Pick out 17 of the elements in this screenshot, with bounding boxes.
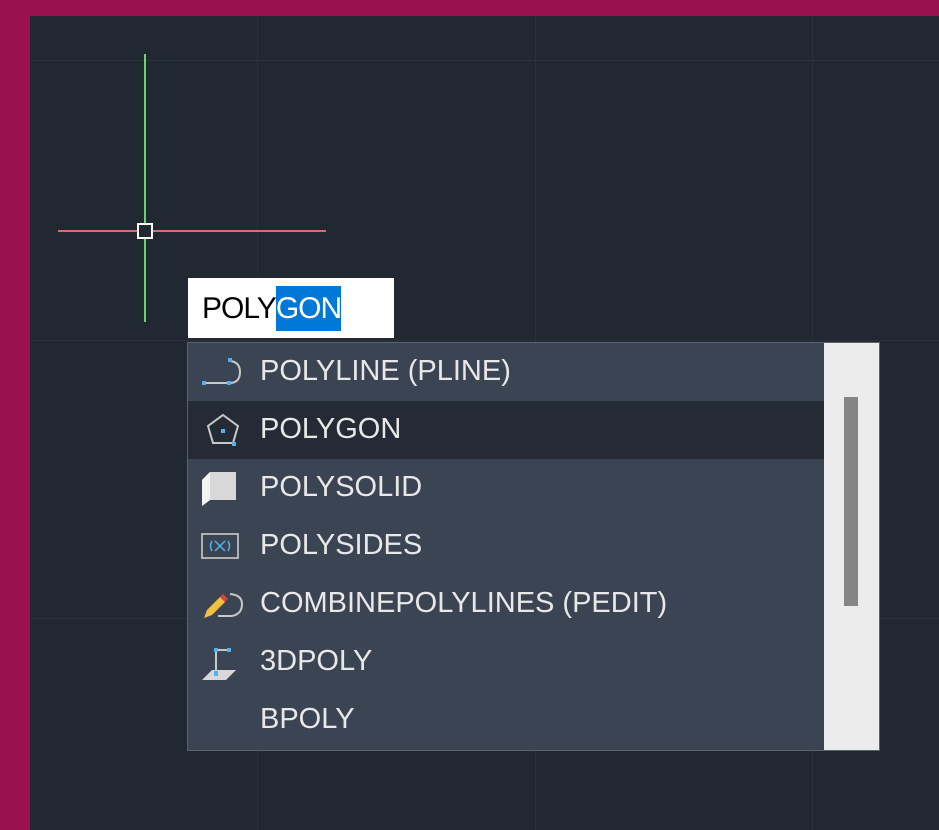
suggestion-item[interactable]: POLYLINE (PLINE) bbox=[188, 343, 824, 401]
suggestion-label: BPOLY bbox=[260, 702, 355, 738]
suggestion-item[interactable]: POLYSOLID bbox=[188, 459, 824, 517]
command-input-field[interactable]: POLYGON bbox=[188, 278, 394, 338]
suggestion-item[interactable]: 3DPOLY bbox=[188, 633, 824, 691]
suggestion-item[interactable]: POLYSIDES bbox=[188, 517, 824, 575]
suggestion-label: POLYSIDES bbox=[260, 528, 422, 564]
suggestion-label: POLYSOLID bbox=[260, 470, 422, 506]
suggestion-label: POLYGON bbox=[260, 412, 402, 448]
suggestion-item[interactable]: COMBINEPOLYLINES (PEDIT) bbox=[188, 575, 824, 633]
scrollbar-thumb[interactable] bbox=[844, 397, 858, 606]
suggestion-label: POLYLINE (PLINE) bbox=[260, 354, 511, 390]
scrollbar[interactable] bbox=[824, 343, 879, 750]
suggestion-item[interactable]: POLYGON bbox=[188, 401, 824, 459]
suggestion-label: 3DPOLY bbox=[260, 644, 372, 680]
suggestion-label: COMBINEPOLYLINES (PEDIT) bbox=[260, 586, 668, 622]
suggestion-item[interactable]: BPOLY bbox=[188, 691, 824, 749]
